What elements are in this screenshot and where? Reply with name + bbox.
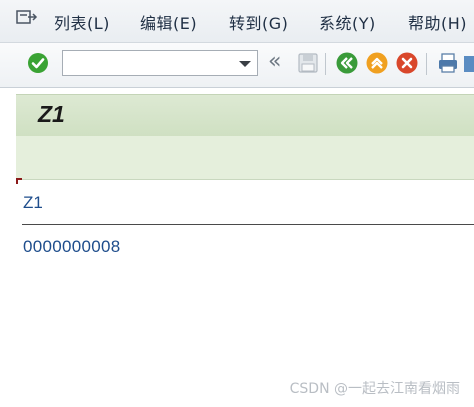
page-title: Z1 — [38, 101, 65, 127]
header-underline — [22, 224, 474, 225]
print-icon[interactable] — [436, 51, 460, 75]
menu-system[interactable]: 系统(Y) — [319, 10, 376, 34]
toolbar-separator — [325, 53, 326, 75]
command-dropdown-icon[interactable] — [234, 51, 256, 75]
cursor-corner-marker — [16, 178, 22, 184]
menu-edit[interactable]: 编辑(E) — [140, 10, 197, 34]
menu-icon[interactable] — [16, 9, 38, 27]
toolbar-separator — [426, 53, 427, 75]
back-icon[interactable] — [335, 51, 359, 75]
application-toolbar — [16, 136, 474, 180]
column-header: Z1 — [23, 193, 43, 212]
collapse-toolbar-icon[interactable]: « — [268, 49, 281, 74]
find-icon[interactable] — [462, 51, 474, 75]
title-bar: Z1 — [16, 94, 474, 137]
command-field[interactable] — [62, 50, 258, 76]
exit-icon[interactable] — [365, 51, 389, 75]
list-output-area — [16, 180, 474, 407]
save-icon[interactable] — [296, 51, 320, 75]
menu-help[interactable]: 帮助(H) — [408, 10, 467, 34]
menu-bar: 列表(L) 编辑(E) 转到(G) 系统(Y) 帮助(H) — [0, 0, 474, 43]
watermark: CSDN @一起去江南看烟雨 — [289, 381, 460, 397]
standard-toolbar: « — [0, 43, 474, 88]
menu-goto[interactable]: 转到(G) — [229, 10, 288, 34]
list-value[interactable]: 0000000008 — [23, 237, 121, 257]
enter-icon[interactable] — [26, 51, 50, 75]
menu-list[interactable]: 列表(L) — [54, 10, 110, 34]
cancel-icon[interactable] — [395, 51, 419, 75]
